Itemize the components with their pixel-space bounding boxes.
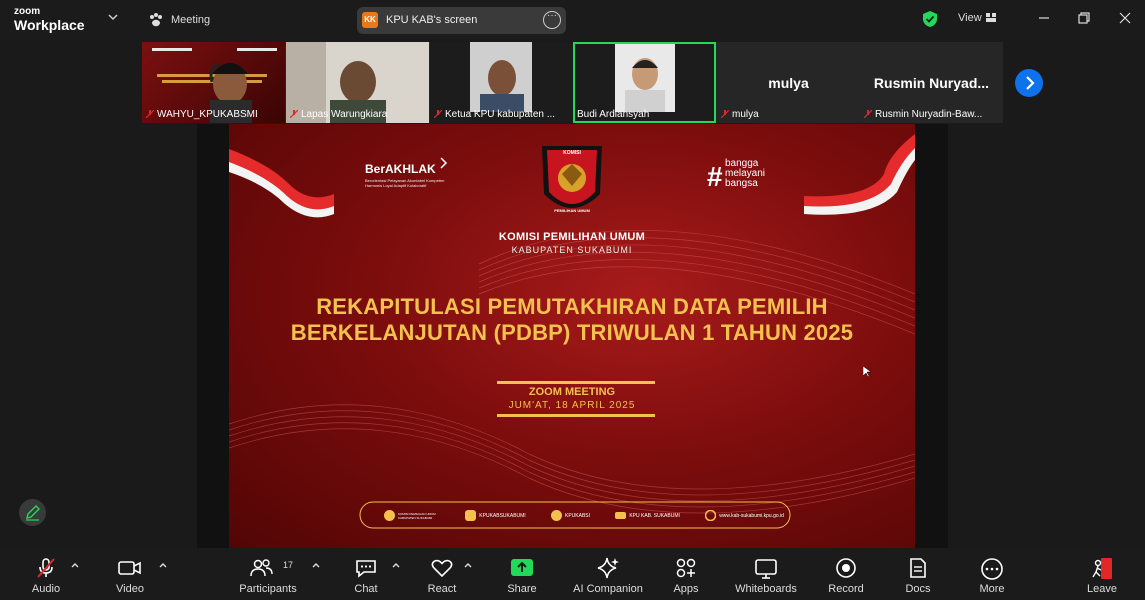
participant-name: Rusmin Nuryadin-Baw...: [864, 109, 982, 120]
mic-muted-icon: [146, 110, 154, 118]
meeting-label[interactable]: Meeting: [171, 14, 210, 26]
share-label: KPU KAB's screen: [386, 14, 478, 26]
web-icon: [705, 510, 717, 521]
restore-icon[interactable]: [1076, 10, 1092, 26]
mic-muted-icon: [290, 110, 298, 118]
heart-icon: [431, 559, 453, 578]
mic-muted-icon: [721, 110, 729, 118]
brand-top: zoom: [14, 6, 41, 17]
participants-button[interactable]: 17 Participants: [233, 548, 303, 600]
social-item: KPUKABSI: [551, 510, 590, 521]
paw-icon: [150, 13, 162, 27]
pencil-icon: [26, 505, 40, 521]
social-item: KOMISI PEMILIHAN UMUM KABUPATEN SUKABUMI: [384, 510, 440, 521]
mic-muted-icon: [434, 110, 442, 118]
x-icon: [551, 510, 562, 521]
participants-label: Participants: [239, 583, 297, 595]
slide-title-1: REKAPITULASI PEMUTAKHIRAN DATA PEMILIH: [316, 294, 828, 319]
apps-icon: [676, 558, 696, 578]
more-button[interactable]: More: [957, 548, 1027, 600]
sparkle-icon: [597, 557, 619, 579]
brand-bottom: Workplace: [14, 17, 85, 33]
chevron-up-icon[interactable]: [70, 560, 80, 570]
instagram-icon: [465, 510, 477, 521]
share-button[interactable]: Share: [487, 548, 557, 600]
participant-tile[interactable]: Ketua KPU kabupaten ...: [430, 42, 573, 123]
view-button[interactable]: View: [958, 12, 982, 24]
leave-label: Leave: [1087, 583, 1117, 595]
document-icon: [910, 558, 926, 578]
chevron-up-icon[interactable]: [158, 560, 168, 570]
social-item: KPUKABSUKABUMI: [465, 510, 526, 521]
chevron-up-icon[interactable]: [391, 560, 401, 570]
annotate-button[interactable]: [19, 499, 46, 526]
participant-display-name: Rusmin Nuryad...: [873, 75, 990, 91]
emblem-top-text: KOMISI: [563, 150, 581, 156]
facebook-icon: [384, 510, 395, 521]
slide-footer-socials: KOMISI PEMILIHAN UMUM KABUPATEN SUKABUMI…: [384, 510, 784, 521]
participants-count: 17: [283, 560, 294, 570]
emblem-bottom-text: PEMILIHAN UMUM: [554, 208, 590, 213]
participant-name: WAHYU_KPUKABSMI: [146, 109, 258, 120]
participant-name: Budi Ardiansyah: [577, 109, 650, 120]
event-label: ZOOM MEETING: [528, 386, 616, 398]
participant-tile[interactable]: WAHYU_KPUKABSMI: [142, 42, 285, 123]
camera-icon: [118, 561, 141, 575]
record-icon: [836, 558, 856, 578]
chevron-right-icon: [1026, 76, 1035, 90]
svg-text:#: #: [707, 161, 723, 192]
leave-button[interactable]: Leave: [1067, 548, 1137, 600]
more-options-icon[interactable]: [543, 10, 561, 29]
social-item: www.kab-sukabumi.kpu.go.id: [705, 510, 784, 521]
youtube-icon: [615, 512, 627, 519]
whiteboard-icon: [755, 559, 777, 579]
audio-button[interactable]: Audio: [11, 548, 81, 600]
mic-muted-icon: [37, 558, 55, 578]
share-screen-icon: [511, 559, 533, 576]
more-icon: [981, 558, 1003, 580]
mouse-cursor-icon: [863, 366, 871, 378]
next-page-button[interactable]: [1015, 69, 1043, 97]
chevron-up-icon[interactable]: [463, 560, 473, 570]
chevron-down-icon[interactable]: [108, 12, 118, 22]
minimize-icon[interactable]: [1036, 10, 1052, 26]
meeting-toolbar: Audio Video 17 Participants Chat React S…: [0, 548, 1145, 600]
berakhlak-sub2: Harmonis Loyal Adaptif Kolaboratif: [365, 183, 427, 188]
slide-title-2: BERKELANJUTAN (PDBP) TRIWULAN 1 TAHUN 20…: [290, 320, 854, 345]
video-button[interactable]: Video: [95, 548, 165, 600]
mic-muted-icon: [864, 110, 872, 118]
video-label: Video: [116, 583, 144, 595]
participant-tile[interactable]: Rusmin Nuryad... Rusmin Nuryadin-Baw...: [860, 42, 1003, 123]
participant-strip: WAHYU_KPUKABSMI Lapas Warungkiara Ketua …: [142, 42, 1003, 123]
leave-icon: [1092, 558, 1112, 579]
top-bar: zoom Workplace Meeting KK KPU KAB's scre…: [0, 0, 1145, 40]
participant-display-name: mulya: [768, 75, 809, 91]
org-name: KOMISI PEMILIHAN UMUM: [498, 231, 646, 243]
participant-name: Ketua KPU kabupaten ...: [434, 109, 555, 120]
participant-tile[interactable]: mulya mulya: [717, 42, 860, 123]
shield-check-icon[interactable]: [922, 10, 938, 28]
social-item: KPU KAB. SUKABUMI: [615, 510, 680, 521]
grid-icon[interactable]: [986, 13, 996, 22]
participant-tile-active[interactable]: Budi Ardiansyah: [573, 42, 716, 123]
berakhlak-logo: BerAKHLAK: [365, 162, 436, 176]
event-date: JUM'AT, 18 APRIL 2025: [508, 400, 636, 411]
org-sub: KABUPATEN SUKABUMI: [511, 245, 633, 255]
bangga-melayani-logo: bangga melayani bangsa: [725, 158, 766, 189]
sharer-avatar: KK: [362, 12, 378, 28]
zoom-logo: zoom Workplace: [14, 6, 85, 33]
shared-slide: # BerAKHLAK Berorientasi Pelayanan Akunt…: [229, 124, 915, 548]
chat-icon: [356, 560, 376, 578]
participant-tile[interactable]: Lapas Warungkiara: [286, 42, 429, 123]
chevron-up-icon[interactable]: [311, 560, 321, 570]
more-label: More: [979, 583, 1005, 595]
participant-name: mulya: [721, 109, 759, 120]
close-icon[interactable]: [1117, 10, 1133, 26]
participant-name: Lapas Warungkiara: [290, 109, 387, 120]
screen-share-indicator[interactable]: KK KPU KAB's screen: [357, 7, 566, 34]
participants-icon: [250, 559, 273, 577]
